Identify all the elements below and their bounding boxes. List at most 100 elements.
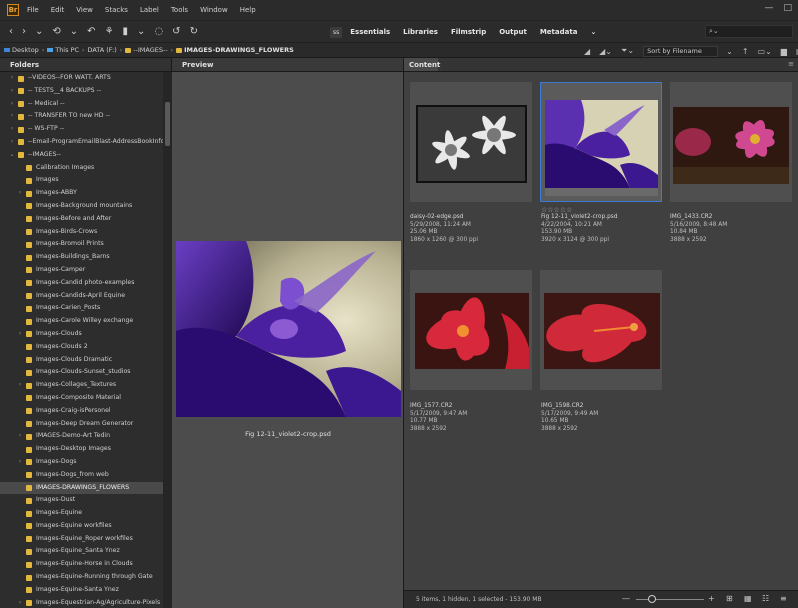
rating-filter-icon[interactable]: ◢⌄: [599, 47, 612, 56]
folder-item[interactable]: Images-Carole Willey exchange: [0, 315, 163, 328]
folder-item[interactable]: › -- WS-FTP --: [0, 123, 163, 136]
folder-item[interactable]: ⌄ --IMAGES--: [0, 149, 163, 162]
folder-scroll-thumb[interactable]: [165, 102, 170, 146]
expand-chevron-icon[interactable]: ›: [8, 72, 16, 85]
folder-item[interactable]: Images-Carien_Posts: [0, 302, 163, 315]
workspace-more-icon[interactable]: ⌄: [590, 28, 596, 36]
folder-item[interactable]: › --VIDEOS--FOR WATT. ARTS: [0, 72, 163, 85]
recent-folders-icon[interactable]: ⟲: [52, 26, 60, 37]
folder-item[interactable]: Images-Equine-Horse in Clouds: [0, 558, 163, 571]
filter-icon[interactable]: ⏷⌄: [621, 46, 634, 56]
forward-icon[interactable]: ›: [22, 26, 26, 37]
folder-item[interactable]: Images-Clouds Dramatic: [0, 354, 163, 367]
folder-item[interactable]: Images-Equine workfiles: [0, 520, 163, 533]
thumbnail-card[interactable]: [670, 82, 792, 202]
workspace-output[interactable]: Output: [499, 28, 527, 36]
return-icon[interactable]: ↶: [87, 26, 95, 37]
menu-file[interactable]: File: [27, 6, 39, 14]
refine-dropdown-icon[interactable]: ⌄: [137, 26, 145, 37]
maximize-icon[interactable]: □: [783, 3, 792, 13]
folder-item[interactable]: Images-Candid photo-examples: [0, 277, 163, 290]
folder-item[interactable]: Images-Buildings_Barns: [0, 251, 163, 264]
tab-content[interactable]: Content: [404, 58, 440, 72]
expand-chevron-icon[interactable]: ›: [8, 136, 16, 149]
recent-dropdown-icon[interactable]: ⌄: [35, 26, 43, 37]
expand-chevron-icon[interactable]: ›: [16, 597, 24, 608]
get-photos-icon[interactable]: ⚘: [105, 26, 114, 37]
expand-chevron-icon[interactable]: ›: [16, 187, 24, 200]
menu-edit[interactable]: Edit: [51, 6, 65, 14]
folder-item[interactable]: Images-Camper: [0, 264, 163, 277]
folder-item[interactable]: Images-Clouds 2: [0, 341, 163, 354]
quality-icon[interactable]: ◢: [584, 47, 590, 56]
folder-item[interactable]: Images-Equine_Santa Ynez: [0, 545, 163, 558]
folder-item[interactable]: Images-Equine-Santa Ynez: [0, 584, 163, 597]
folder-item[interactable]: Images-Equine_Roper workfiles: [0, 533, 163, 546]
folder-item[interactable]: › -- TESTS__4 BACKUPS --: [0, 85, 163, 98]
user-badge[interactable]: ss: [330, 26, 343, 38]
folder-item[interactable]: › Images-ABBY: [0, 187, 163, 200]
folder-item[interactable]: › Images-Clouds: [0, 328, 163, 341]
breadcrumb-current[interactable]: IMAGES-DRAWINGS_FLOWERS: [176, 46, 294, 54]
rating-stars[interactable]: ☆☆☆☆☆: [541, 206, 666, 214]
thumbnail-card-selected[interactable]: [540, 82, 662, 202]
folder-item[interactable]: Images-Clouds-Sunset_studios: [0, 366, 163, 379]
thumbnail-card[interactable]: [410, 82, 532, 202]
expand-chevron-icon[interactable]: ›: [8, 98, 16, 111]
folder-item[interactable]: Images-Composite Material: [0, 392, 163, 405]
panel-menu-icon[interactable]: ≡: [788, 60, 794, 68]
thumbnail-card[interactable]: [410, 270, 532, 390]
rotate-left-icon[interactable]: ↺: [172, 26, 180, 37]
workspace-filmstrip[interactable]: Filmstrip: [451, 28, 486, 36]
folder-item[interactable]: Images-Dust: [0, 494, 163, 507]
folder-item[interactable]: › --Email-ProgramEmailBlast-AddressBookIn…: [0, 136, 163, 149]
folder-item[interactable]: › Images-Equestrian-Ag/Agriculture-Pixels: [0, 597, 163, 608]
folder-item[interactable]: › IMAGES-Demo-Art Tedin: [0, 430, 163, 443]
search-input[interactable]: ⌕⌄: [705, 25, 793, 38]
refine-icon[interactable]: ▮: [123, 26, 129, 37]
recent-folders-dropdown-icon[interactable]: ⌄: [70, 26, 78, 37]
grid-lock-icon[interactable]: ⊞: [726, 594, 733, 603]
expand-chevron-icon[interactable]: ›: [8, 85, 16, 98]
preview-image[interactable]: [176, 241, 401, 417]
folder-item[interactable]: › -- Medical --: [0, 98, 163, 111]
breadcrumb-desktop[interactable]: Desktop: [4, 46, 39, 54]
sort-select[interactable]: Sort by Filename: [643, 45, 719, 57]
folder-item[interactable]: Images-Birds-Crows: [0, 226, 163, 239]
breadcrumb-images[interactable]: --IMAGES--: [125, 46, 168, 54]
folder-item[interactable]: Images-Equine: [0, 507, 163, 520]
expand-chevron-open-icon[interactable]: ⌄: [8, 149, 16, 162]
zoom-out-icon[interactable]: —: [622, 594, 630, 603]
thumbnail-view-icon[interactable]: ▦: [744, 594, 752, 603]
folder-item[interactable]: Images-Bromoil Prints: [0, 238, 163, 251]
menu-window[interactable]: Window: [200, 6, 228, 14]
expand-chevron-icon[interactable]: ›: [8, 123, 16, 136]
open-recent-icon[interactable]: ▭⌄: [758, 47, 772, 56]
list-view-icon[interactable]: ≡: [780, 594, 787, 603]
workspace-libraries[interactable]: Libraries: [403, 28, 438, 36]
expand-chevron-icon[interactable]: ›: [16, 328, 24, 341]
workspace-essentials[interactable]: Essentials: [350, 28, 390, 36]
folder-item[interactable]: › Images-Collages_Textures: [0, 379, 163, 392]
expand-chevron-icon[interactable]: ›: [16, 379, 24, 392]
workspace-metadata[interactable]: Metadata: [540, 28, 578, 36]
thumbnail-card[interactable]: [540, 270, 662, 390]
expand-chevron-icon[interactable]: ›: [8, 110, 16, 123]
folder-item[interactable]: › -- TRANSFER TO new HD --: [0, 110, 163, 123]
breadcrumb-this-pc[interactable]: This PC: [47, 46, 79, 54]
menu-stacks[interactable]: Stacks: [105, 6, 128, 14]
folder-item[interactable]: Images-Background mountains: [0, 200, 163, 213]
folder-item[interactable]: Images-Equine-Running through Gate: [0, 571, 163, 584]
back-icon[interactable]: ‹: [9, 26, 13, 37]
folder-item[interactable]: Images: [0, 174, 163, 187]
folder-item-selected[interactable]: IMAGES-DRAWINGS_FLOWERS: [0, 481, 163, 495]
menu-tools[interactable]: Tools: [171, 6, 188, 14]
expand-chevron-icon[interactable]: ›: [16, 456, 24, 469]
folder-item[interactable]: Images-Before and After: [0, 213, 163, 226]
camera-raw-icon[interactable]: ◌: [154, 26, 163, 37]
folder-item[interactable]: Images-Candids-April Equine: [0, 290, 163, 303]
folder-item[interactable]: Images-Desktop Images: [0, 443, 163, 456]
expand-chevron-icon[interactable]: ›: [16, 430, 24, 443]
folder-item[interactable]: Calibration Images: [0, 162, 163, 175]
menu-label[interactable]: Label: [140, 6, 159, 14]
